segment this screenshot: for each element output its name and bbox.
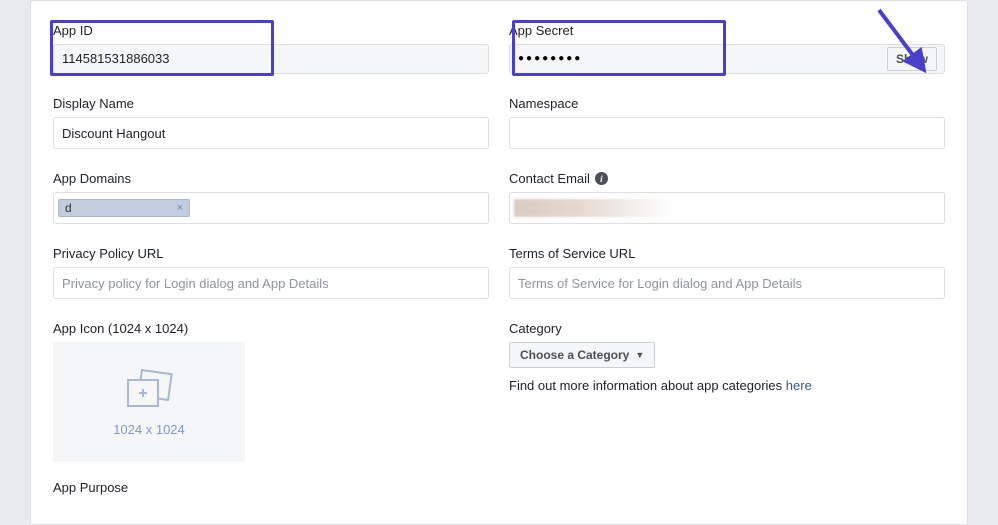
namespace-label: Namespace bbox=[509, 96, 945, 111]
app-icon-label: App Icon (1024 x 1024) bbox=[53, 321, 489, 336]
app-secret-field: ●●●●●●●● Show bbox=[509, 44, 945, 74]
category-help-prefix: Find out more information about app cate… bbox=[509, 378, 786, 393]
app-id-label: App ID bbox=[53, 23, 489, 38]
app-id-value: 114581531886033 bbox=[53, 44, 489, 74]
info-icon[interactable]: i bbox=[595, 172, 608, 185]
tos-url-input[interactable] bbox=[509, 267, 945, 299]
domain-tag[interactable]: d × bbox=[58, 199, 190, 217]
contact-email-label-text: Contact Email bbox=[509, 171, 590, 186]
category-help-link[interactable]: here bbox=[786, 378, 812, 393]
category-dropdown[interactable]: Choose a Category ▼ bbox=[509, 342, 655, 368]
tos-url-label: Terms of Service URL bbox=[509, 246, 945, 261]
contact-email-label: Contact Email i bbox=[509, 171, 945, 186]
app-secret-label: App Secret bbox=[509, 23, 945, 38]
contact-email-input[interactable] bbox=[509, 192, 945, 224]
app-id-text: 114581531886033 bbox=[62, 45, 170, 73]
domain-tag-remove-icon[interactable]: × bbox=[177, 202, 183, 214]
category-help-text: Find out more information about app cate… bbox=[509, 378, 945, 393]
caret-down-icon: ▼ bbox=[635, 350, 644, 360]
app-purpose-label: App Purpose bbox=[53, 480, 489, 495]
app-icon-upload[interactable]: 1024 x 1024 bbox=[53, 342, 245, 462]
show-secret-button[interactable]: Show bbox=[887, 47, 937, 71]
privacy-url-label: Privacy Policy URL bbox=[53, 246, 489, 261]
privacy-url-input[interactable] bbox=[53, 267, 489, 299]
category-button-text: Choose a Category bbox=[520, 348, 629, 362]
app-secret-masked: ●●●●●●●● bbox=[518, 45, 582, 73]
namespace-input[interactable] bbox=[509, 117, 945, 149]
domain-tag-text: d bbox=[65, 201, 72, 215]
settings-card: App ID 114581531886033 App Secret ●●●●●●… bbox=[30, 0, 968, 525]
redacted-email bbox=[514, 199, 674, 217]
app-domains-label: App Domains bbox=[53, 171, 489, 186]
app-domains-input[interactable]: d × bbox=[53, 192, 489, 224]
image-upload-icon bbox=[120, 368, 178, 412]
app-icon-dimensions: 1024 x 1024 bbox=[113, 422, 185, 437]
display-name-input[interactable] bbox=[53, 117, 489, 149]
display-name-label: Display Name bbox=[53, 96, 489, 111]
category-label: Category bbox=[509, 321, 945, 336]
